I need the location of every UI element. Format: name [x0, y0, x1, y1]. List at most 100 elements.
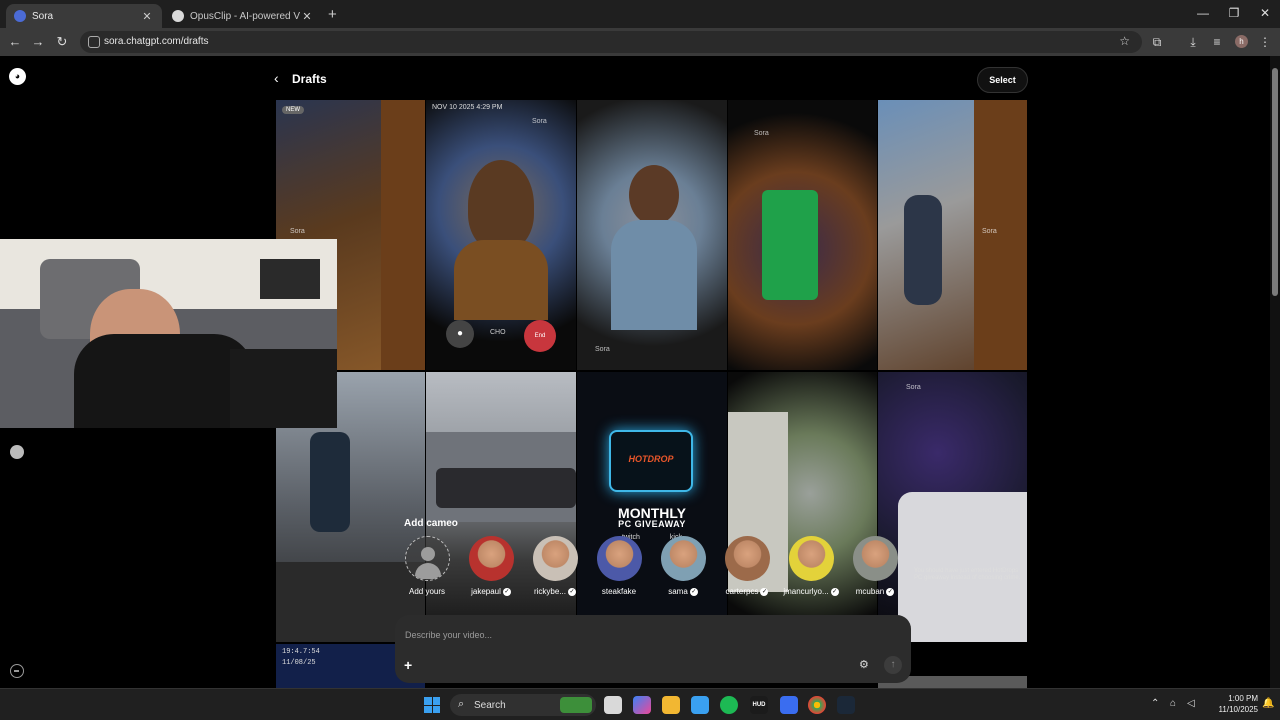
avatar — [660, 536, 706, 581]
draft-tile[interactable]: NOV 10 2025 4:29 PM Sora ● CHO End — [426, 100, 576, 370]
verified-icon: ✓ — [886, 587, 895, 596]
dashcam-date: 11/08/25 — [282, 659, 316, 667]
page-title: Drafts — [292, 72, 327, 86]
avatar — [532, 536, 578, 581]
send-arrow-icon[interactable]: ↑ — [884, 656, 902, 674]
notification-bell-icon[interactable]: 🔔 — [1262, 698, 1274, 709]
hotdrop-logo: HOTDROP — [609, 430, 693, 492]
draft-tile[interactable]: Sora — [728, 100, 877, 370]
sora-watermark: Sora — [290, 228, 305, 235]
cast-icon[interactable]: ⧉ — [1149, 35, 1165, 50]
menu-icon[interactable]: ⋮ — [1257, 35, 1273, 49]
hud-fx-icon[interactable]: HUD — [750, 696, 768, 714]
app-icon[interactable] — [780, 696, 798, 714]
cameo-name: Add yours — [408, 587, 446, 596]
file-explorer-icon[interactable] — [662, 696, 680, 714]
select-button[interactable]: Select — [977, 67, 1028, 93]
reading-list-icon[interactable]: ≡ — [1209, 35, 1225, 49]
site-info-icon[interactable] — [88, 36, 100, 48]
spotify-icon[interactable] — [720, 696, 738, 714]
cameo-mcuban[interactable]: mcuban ✓ — [845, 536, 905, 596]
cameo-name: rickybe... — [533, 587, 566, 596]
dashcam-time: 19:4.7:54 — [282, 648, 320, 656]
verified-icon: ✓ — [760, 587, 769, 596]
page-scrollbar[interactable] — [1270, 56, 1280, 688]
volume-icon[interactable]: ◁ — [1187, 698, 1195, 709]
browser-tab-strip: Sora ✕ OpusClip - AI-powered Video R ✕ +… — [0, 0, 1280, 28]
cameo-carterpcs[interactable]: carterpcs ✓ — [717, 536, 777, 596]
profile-icon[interactable] — [10, 445, 24, 459]
sora-watermark: Sora — [906, 384, 921, 391]
reload-icon[interactable]: ↻ — [53, 34, 71, 50]
prompt-input[interactable]: Describe your video... — [405, 630, 492, 640]
tab-sora[interactable]: Sora ✕ — [6, 4, 162, 28]
task-view-icon[interactable] — [604, 696, 622, 714]
forward-icon[interactable]: → — [29, 34, 47, 49]
back-chevron-icon[interactable]: ‹ — [274, 70, 279, 86]
verified-icon: ✓ — [502, 587, 511, 596]
verified-icon: ✓ — [689, 587, 698, 596]
cameo-jmancurly[interactable]: jmancurlyo... ✓ — [781, 536, 841, 596]
chrome-icon[interactable] — [808, 696, 826, 714]
address-bar[interactable]: sora.chatgpt.com/drafts ☆ — [80, 31, 1142, 53]
search-highlight-icon — [560, 697, 592, 713]
copilot-icon[interactable] — [633, 696, 651, 714]
search-label: Search — [474, 700, 506, 711]
taskbar-search[interactable]: ⌕ Search — [450, 694, 596, 716]
new-badge: NEW — [282, 106, 304, 114]
tray-chevron-icon[interactable]: ⌃ — [1151, 698, 1159, 709]
cameo-jakepaul[interactable]: jakepaul ✓ — [461, 536, 521, 596]
microphone-icon: ● — [446, 320, 474, 348]
system-clock[interactable]: 1:00 PM 11/10/2025 — [1202, 693, 1258, 715]
avatar — [468, 536, 514, 581]
prompt-composer[interactable]: Describe your video... + ⚙ ↑ — [395, 615, 911, 683]
settings-sliders-icon[interactable]: ⚙ — [859, 658, 869, 671]
tab-opusclip[interactable]: OpusClip - AI-powered Video R ✕ — [164, 4, 322, 28]
sora-watermark: Sora — [595, 346, 610, 353]
collapse-icon[interactable] — [10, 664, 24, 678]
tab-title: OpusClip - AI-powered Video R — [190, 10, 300, 22]
download-icon[interactable]: ⤓ — [1185, 35, 1201, 50]
cameo-name: sama — [668, 587, 688, 596]
avatar — [596, 536, 642, 581]
cameo-name: jakepaul — [471, 587, 501, 596]
windows-taskbar: ⌕ Search HUD ⌃ ⌂ ◁ 1:00 PM 11/10/2025 🔔 — [0, 688, 1280, 720]
cameo-rickybe[interactable]: rickybe... ✓ — [525, 536, 585, 596]
cameo-steakfake[interactable]: steakfake — [589, 536, 649, 596]
close-tab-icon[interactable]: ✕ — [140, 10, 154, 23]
hotdrop-brand: HOTDROP — [628, 454, 674, 464]
windows-start-icon[interactable] — [424, 697, 440, 713]
draft-tile[interactable]: Sora — [878, 100, 1027, 370]
minimize-icon[interactable]: — — [1188, 6, 1218, 20]
sora-watermark: Sora — [532, 118, 547, 125]
verified-icon: ✓ — [568, 587, 576, 596]
back-icon[interactable]: ← — [6, 34, 24, 49]
search-icon: ⌕ — [458, 698, 465, 710]
notepad-icon[interactable] — [691, 696, 709, 714]
call-controls: ● CHO End — [446, 320, 556, 352]
cameo-add-yours[interactable]: Add yours — [397, 536, 457, 596]
sora-favicon-icon — [14, 10, 26, 22]
profile-avatar[interactable]: h — [1235, 35, 1248, 48]
sora-logo-icon[interactable]: ◕ — [9, 68, 26, 85]
url-text: sora.chatgpt.com/drafts — [104, 36, 209, 47]
cameo-name: carterpcs — [725, 587, 759, 596]
clock-date: 11/10/2025 — [1218, 705, 1258, 714]
restore-icon[interactable]: ❐ — [1219, 6, 1249, 20]
new-tab-icon[interactable]: + — [328, 6, 337, 23]
bookmark-star-icon[interactable]: ☆ — [1119, 34, 1130, 48]
police-caption: You should have just entered HotDrops PC… — [914, 568, 1021, 581]
add-attachment-icon[interactable]: + — [404, 657, 412, 673]
close-window-icon[interactable]: ✕ — [1250, 6, 1280, 20]
sora-page: ◕ ‹ Drafts Select NEW Sora NOV 10 2025 4… — [0, 56, 1280, 688]
avatar — [788, 536, 834, 581]
cameo-name: steakfake — [601, 587, 637, 596]
close-tab-icon[interactable]: ✕ — [300, 10, 314, 23]
opusclip-favicon-icon — [172, 10, 184, 22]
scrollbar-thumb[interactable] — [1272, 68, 1278, 296]
draft-tile[interactable]: Sora — [577, 100, 727, 370]
cameo-sama[interactable]: sama ✓ — [653, 536, 713, 596]
network-icon[interactable]: ⌂ — [1170, 698, 1176, 709]
end-call-icon: End — [524, 320, 556, 352]
steam-icon[interactable] — [837, 696, 855, 714]
